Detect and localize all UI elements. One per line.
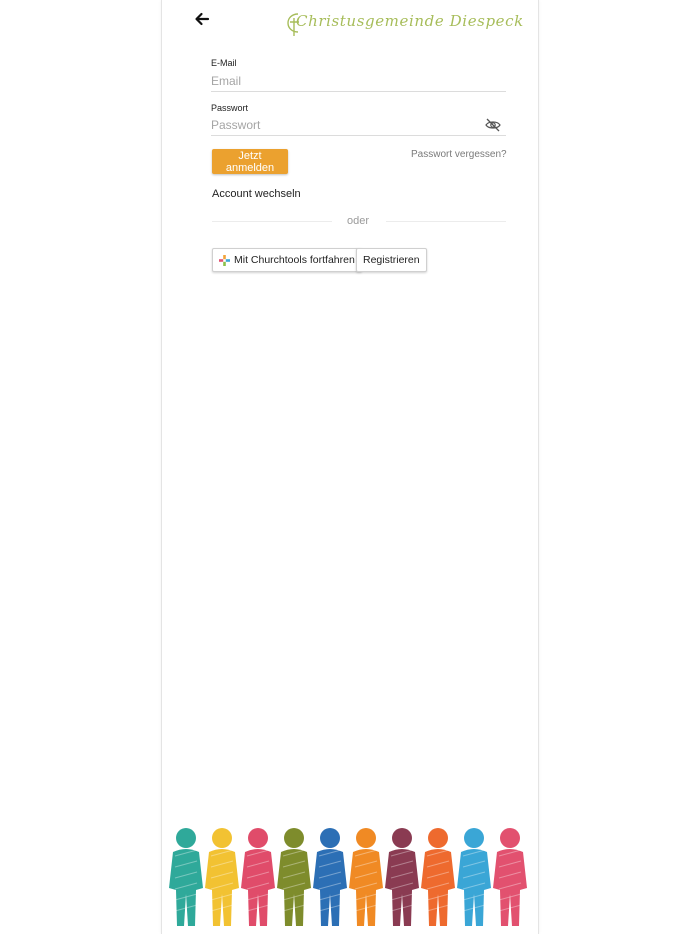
person-figure [169,828,203,926]
churchtools-button-label: Mit Churchtools fortfahren [234,254,355,266]
person-figure [349,828,383,926]
register-button-label: Registrieren [363,254,420,266]
switch-account-link[interactable]: Account wechseln [212,188,301,200]
person-figure [205,828,239,926]
email-label: E-Mail [211,58,237,68]
register-button[interactable]: Registrieren [356,248,427,272]
password-label: Passwort [211,103,249,113]
person-figure [457,828,491,926]
church-logo: Christusgemeinde Diespeck [284,6,523,40]
logo-text: Christusgemeinde Diespeck [296,12,524,30]
email-field[interactable] [211,71,506,92]
churchtools-button[interactable]: Mit Churchtools fortfahren [212,248,362,272]
divider-line-right [386,221,506,222]
people-holding-hands-illustration [169,828,527,926]
app-frame: Christusgemeinde Diespeck E-Mail Passwor… [161,0,539,934]
person-figure [421,828,455,926]
eye-off-icon[interactable] [485,118,501,132]
person-figure [385,828,419,926]
password-field[interactable] [211,115,506,136]
person-figure [277,828,311,926]
login-button[interactable]: Jetzt anmelden [212,149,288,174]
person-figure [313,828,347,926]
churchtools-icon [219,254,230,266]
person-figure [241,828,275,926]
divider-line-left [212,221,332,222]
person-figure [493,828,527,926]
forgot-password-link[interactable]: Passwort vergessen? [411,149,507,160]
divider-label: oder [347,215,370,227]
arrow-left-icon[interactable] [192,9,212,29]
